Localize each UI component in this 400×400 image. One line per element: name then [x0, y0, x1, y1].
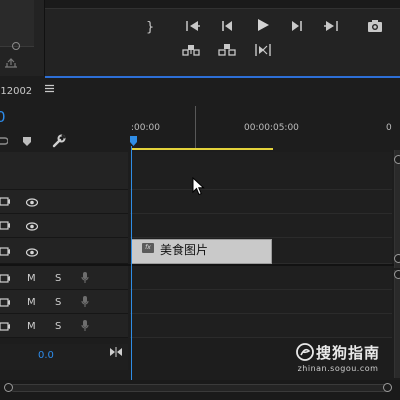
panel-focus-border: [45, 76, 400, 78]
ruler-start-label: :00:00: [131, 123, 160, 133]
solo-button[interactable]: S: [55, 273, 61, 285]
video-track-v2[interactable]: [130, 214, 392, 238]
mark-glyph: }: [146, 20, 154, 34]
microphone-icon[interactable]: [81, 296, 89, 308]
playhead-handle[interactable]: [130, 136, 138, 146]
master-track-header: [0, 344, 128, 370]
linked-selection-icon[interactable]: [0, 136, 8, 146]
step-back-icon[interactable]: [218, 18, 236, 34]
play-icon[interactable]: [254, 17, 272, 33]
fx-badge-icon: fx: [142, 243, 154, 253]
ruler-mid-label: 00:00:05:00: [244, 123, 299, 133]
hamburger-icon[interactable]: [45, 84, 54, 93]
sync-lock-icon[interactable]: [0, 274, 10, 283]
scroll-knob[interactable]: [394, 270, 400, 279]
mark-out-icon[interactable]: }: [140, 18, 158, 34]
go-to-out-icon[interactable]: [322, 18, 340, 34]
video-track-header-v2: [0, 214, 128, 238]
eye-icon[interactable]: [26, 248, 38, 257]
track-area-empty[interactable]: [130, 152, 392, 190]
mouse-cursor-icon: [192, 177, 205, 197]
watermark-text: 搜狗指南: [316, 344, 381, 362]
microphone-icon[interactable]: [81, 272, 89, 284]
ruler-end-label: 0: [386, 123, 392, 133]
export-icon[interactable]: [4, 58, 18, 68]
program-monitor: [45, 0, 400, 76]
clip-name: 美食图片: [160, 243, 209, 257]
wrench-icon[interactable]: [52, 134, 66, 148]
eye-icon[interactable]: [26, 198, 38, 207]
video-vertical-scrollbar[interactable]: [394, 150, 400, 268]
audio-track-header-a3: M S: [0, 314, 128, 338]
work-area-bar[interactable]: [131, 148, 273, 150]
go-to-in-icon[interactable]: [184, 18, 202, 34]
sync-lock-icon[interactable]: [0, 322, 10, 331]
microphone-icon[interactable]: [81, 320, 89, 332]
mute-button[interactable]: M: [27, 321, 36, 333]
monitor-scrub-bar[interactable]: [45, 0, 400, 9]
track-header-empty: [0, 152, 128, 190]
video-track-header-v3: [0, 190, 128, 214]
sequence-tab-title[interactable]: 112002: [0, 86, 32, 97]
extract-icon[interactable]: [218, 42, 236, 58]
film-icon[interactable]: [0, 197, 10, 206]
audio-track-header-a1: M S: [0, 266, 128, 290]
sequence-timecode[interactable]: 0: [0, 108, 6, 126]
video-track-header-v1: [0, 238, 128, 264]
project-panel-content: [0, 0, 34, 47]
solo-button[interactable]: S: [55, 321, 61, 333]
sogou-logo-icon: [296, 343, 314, 361]
step-forward-icon[interactable]: [288, 18, 306, 34]
film-icon[interactable]: [0, 247, 10, 256]
film-icon[interactable]: [0, 221, 10, 230]
audio-vertical-scrollbar[interactable]: [394, 270, 400, 378]
add-marker-icon[interactable]: [22, 136, 32, 147]
scroll-knob[interactable]: [394, 254, 400, 263]
solo-button[interactable]: S: [55, 297, 61, 309]
scroll-knob[interactable]: [394, 155, 400, 164]
video-track-v3[interactable]: [130, 190, 392, 214]
playhead-line[interactable]: [131, 146, 132, 384]
video-clip[interactable]: fx 美食图片: [131, 239, 272, 264]
eye-icon[interactable]: [26, 222, 38, 231]
lift-icon[interactable]: [182, 42, 200, 58]
audio-track-a3[interactable]: [130, 314, 392, 338]
watermark: 搜狗指南 zhinan.sogou.com: [296, 342, 380, 373]
audio-track-a1[interactable]: [130, 266, 392, 290]
mute-button[interactable]: M: [27, 273, 36, 285]
ruler-tick: [195, 106, 196, 148]
horizontal-scrollbar[interactable]: [10, 384, 392, 392]
master-volume-value[interactable]: 0.0: [38, 350, 54, 361]
sync-lock-icon[interactable]: [0, 298, 10, 307]
mute-button[interactable]: M: [27, 297, 36, 309]
audio-track-a2[interactable]: [130, 290, 392, 314]
watermark-url: zhinan.sogou.com: [297, 364, 379, 373]
zoom-handle-right[interactable]: [383, 383, 392, 392]
comparison-view-icon[interactable]: [254, 42, 272, 58]
zoom-handle-left[interactable]: [4, 383, 13, 392]
audio-track-header-a2: M S: [0, 290, 128, 314]
go-to-in-out-icon[interactable]: [110, 347, 122, 357]
panel-zoom-knob[interactable]: [12, 42, 20, 50]
export-frame-icon[interactable]: [366, 18, 384, 34]
